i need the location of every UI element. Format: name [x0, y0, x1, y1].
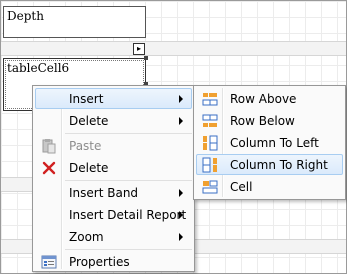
menu-item-insert-band[interactable]: Insert Band	[35, 182, 192, 203]
menu-item-label: Insert	[69, 91, 104, 106]
resize-handle[interactable]	[144, 56, 148, 60]
menu-item-insert[interactable]: Insert	[35, 88, 192, 109]
cell-text: Depth	[7, 9, 44, 23]
submenu-item-column-to-right[interactable]: Column To Right	[196, 154, 343, 175]
chevron-right-icon: ▸	[136, 44, 141, 53]
band-separator	[1, 41, 346, 56]
submenu-arrow-icon	[179, 233, 183, 241]
submenu-item-column-to-left[interactable]: Column To Left	[196, 132, 343, 153]
submenu-item-cell[interactable]: Cell	[196, 176, 343, 197]
menu-item-label: Delete	[69, 160, 109, 175]
menu-separator	[65, 133, 192, 134]
insert-submenu: Row Above Row Below Column To Left Colum…	[193, 85, 346, 200]
menu-item-insert-detail-report[interactable]: Insert Detail Report	[35, 204, 192, 225]
smart-tag-button[interactable]: ▸	[133, 43, 145, 55]
menu-item-properties[interactable]: Properties	[35, 251, 192, 272]
row-below-icon	[197, 113, 223, 129]
menu-item-label: Properties	[69, 254, 130, 269]
menu-item-paste[interactable]: Paste	[35, 135, 192, 156]
menu-item-delete[interactable]: Delete	[35, 157, 192, 178]
menu-item-label: Insert Detail Report	[69, 207, 187, 222]
column-left-icon	[197, 135, 223, 151]
delete-x-icon	[36, 161, 62, 175]
submenu-item-row-above[interactable]: Row Above	[196, 88, 343, 109]
cell-icon	[197, 179, 223, 195]
context-menu: Insert Delete Paste Delete Insert Band I…	[32, 85, 195, 272]
table-cell-depth[interactable]: Depth	[3, 6, 146, 38]
submenu-arrow-icon	[179, 189, 183, 197]
submenu-arrow-icon	[179, 95, 183, 103]
menu-item-label: Zoom	[69, 229, 104, 244]
submenu-item-label: Row Below	[230, 113, 295, 128]
submenu-item-label: Column To Left	[230, 135, 319, 150]
cell-text: tableCell6	[7, 61, 70, 75]
menu-separator	[65, 180, 192, 181]
submenu-arrow-icon	[179, 117, 183, 125]
submenu-item-label: Column To Right	[230, 157, 328, 172]
submenu-item-label: Cell	[230, 179, 253, 194]
menu-separator	[65, 249, 192, 250]
menu-item-zoom[interactable]: Zoom	[35, 226, 192, 247]
menu-item-delete-submenu[interactable]: Delete	[35, 110, 192, 131]
paste-icon	[36, 138, 62, 154]
submenu-item-row-below[interactable]: Row Below	[196, 110, 343, 131]
properties-icon	[36, 254, 62, 270]
row-above-icon	[197, 91, 223, 107]
menu-item-label: Delete	[69, 113, 109, 128]
menu-item-label: Paste	[69, 138, 102, 153]
column-right-icon	[197, 157, 223, 173]
submenu-arrow-icon	[179, 211, 183, 219]
menu-item-label: Insert Band	[69, 185, 139, 200]
submenu-item-label: Row Above	[230, 91, 297, 106]
